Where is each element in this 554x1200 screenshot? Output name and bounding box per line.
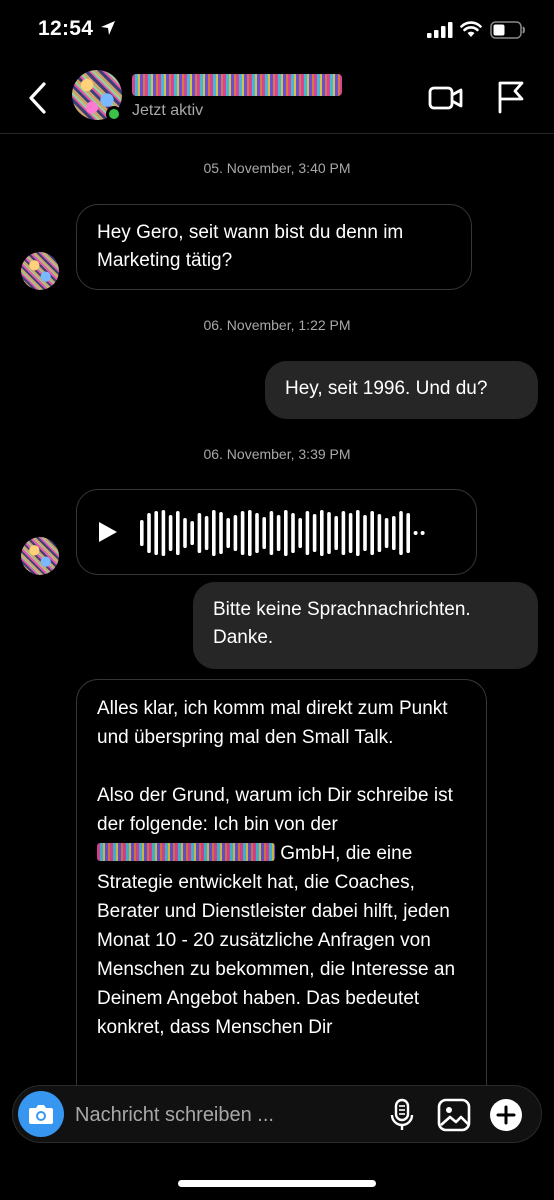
outgoing-message[interactable]: Hey, seit 1996. Und du? bbox=[265, 361, 538, 419]
play-icon[interactable] bbox=[97, 520, 119, 544]
waveform-bar bbox=[399, 511, 403, 555]
waveform-bar bbox=[312, 514, 317, 552]
voice-waveform[interactable] bbox=[137, 506, 467, 560]
message-line: Marketing tätig? bbox=[97, 250, 233, 271]
waveform-bar bbox=[233, 515, 238, 551]
waveform-bar bbox=[212, 510, 216, 556]
status-bar: 12:54 bbox=[0, 0, 554, 62]
waveform-bar bbox=[363, 515, 367, 551]
waveform-bar bbox=[348, 513, 353, 553]
add-button[interactable] bbox=[490, 1099, 522, 1131]
waveform-bar bbox=[392, 516, 396, 550]
incoming-message-long[interactable]: Alles klar, ich komm mal direkt zum Punk… bbox=[76, 679, 487, 1099]
waveform-bar bbox=[176, 511, 180, 555]
message-paragraph: Also der Grund, warum ich Dir schreibe i… bbox=[97, 781, 466, 1042]
waveform-bar bbox=[255, 513, 259, 553]
outgoing-message[interactable]: Bitte keine Sprachnachrichten. Danke. bbox=[193, 582, 538, 669]
waveform-bar bbox=[327, 512, 331, 554]
waveform-dot bbox=[420, 531, 425, 535]
contact-name-redacted[interactable] bbox=[132, 74, 342, 96]
waveform-bar bbox=[284, 510, 288, 556]
message-composer bbox=[12, 1085, 542, 1143]
message-text: GmbH, die eine Strategie entwickelt hat,… bbox=[97, 843, 456, 1038]
waveform-bar bbox=[190, 521, 194, 545]
message-text: Also der Grund, warum ich Dir schreibe i… bbox=[97, 785, 453, 835]
company-name-redacted bbox=[97, 843, 275, 861]
waveform-bar bbox=[298, 518, 302, 548]
timestamp: 06. November, 3:39 PM bbox=[203, 446, 351, 462]
plus-icon bbox=[496, 1105, 516, 1125]
location-arrow-icon bbox=[101, 21, 115, 35]
waveform-bar bbox=[384, 518, 389, 548]
message-paragraph: Alles klar, ich komm mal direkt zum Punk… bbox=[97, 698, 448, 748]
timestamp: 05. November, 3:40 PM bbox=[203, 160, 351, 176]
waveform-bar bbox=[168, 515, 173, 551]
waveform-bar bbox=[291, 513, 295, 553]
flag-icon[interactable] bbox=[496, 80, 526, 114]
waveform-bar bbox=[140, 520, 144, 546]
waveform-bar bbox=[305, 511, 310, 555]
waveform-bar bbox=[320, 510, 324, 556]
gallery-icon[interactable] bbox=[437, 1098, 471, 1132]
sender-avatar[interactable] bbox=[21, 537, 59, 575]
incoming-message[interactable]: Hey Gero, seit wann bist du denn im Mark… bbox=[76, 204, 472, 290]
waveform-bar bbox=[204, 516, 209, 550]
message-line: Bitte keine Sprachnachrichten. bbox=[213, 599, 471, 620]
contact-status: Jetzt aktiv bbox=[132, 102, 204, 119]
signal-icon bbox=[427, 22, 453, 38]
waveform-bar bbox=[377, 514, 382, 552]
waveform-bar bbox=[262, 517, 266, 549]
waveform-bar bbox=[154, 511, 158, 555]
waveform-bar bbox=[161, 510, 166, 556]
waveform-bar bbox=[341, 511, 346, 555]
battery-icon bbox=[490, 21, 525, 39]
waveform-bar bbox=[219, 512, 223, 554]
home-indicator[interactable] bbox=[178, 1180, 376, 1187]
waveform-dot bbox=[413, 531, 418, 535]
status-time: 12:54 bbox=[38, 17, 94, 40]
waveform-bar bbox=[276, 515, 281, 551]
waveform-bar bbox=[226, 518, 230, 548]
waveform-bar bbox=[370, 511, 374, 555]
message-input[interactable] bbox=[75, 1102, 375, 1128]
wifi-icon bbox=[460, 21, 482, 37]
waveform-bar bbox=[240, 511, 245, 555]
camera-button[interactable] bbox=[18, 1091, 64, 1137]
chat-header: Jetzt aktiv bbox=[0, 62, 554, 134]
microphone-icon[interactable] bbox=[389, 1098, 415, 1132]
back-chevron-icon[interactable] bbox=[24, 80, 52, 116]
sender-avatar[interactable] bbox=[21, 252, 59, 290]
timestamp: 06. November, 1:22 PM bbox=[203, 317, 351, 333]
waveform-bar bbox=[197, 513, 202, 553]
waveform-bar bbox=[406, 513, 410, 553]
message-line: Danke. bbox=[213, 627, 274, 648]
video-call-icon[interactable] bbox=[428, 84, 464, 112]
voice-message[interactable] bbox=[76, 489, 477, 575]
message-text: Hey, seit 1996. Und du? bbox=[285, 378, 488, 399]
waveform-bar bbox=[147, 513, 151, 553]
waveform-bar bbox=[248, 510, 252, 556]
waveform-bar bbox=[334, 516, 338, 550]
message-line: Hey Gero, seit wann bist du denn im bbox=[97, 222, 404, 243]
waveform-bar bbox=[183, 518, 187, 548]
waveform-bar bbox=[356, 510, 360, 556]
active-status-dot bbox=[106, 106, 122, 122]
waveform-bar bbox=[269, 511, 274, 555]
camera-icon bbox=[29, 1105, 53, 1124]
